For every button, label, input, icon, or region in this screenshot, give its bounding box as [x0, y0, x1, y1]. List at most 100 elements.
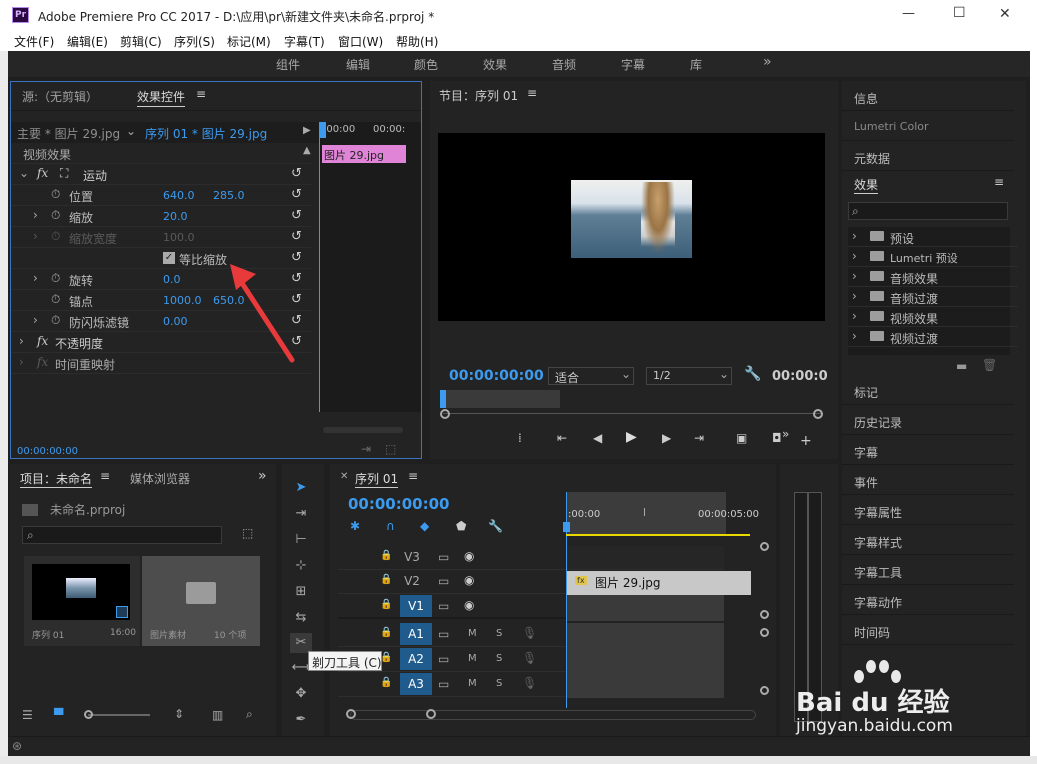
lock-icon[interactable]: 🔒 — [380, 599, 392, 610]
menu-help[interactable]: 帮助(H) — [396, 33, 438, 50]
effects-item-lumetri-presets[interactable]: › Lumetri 预设 — [848, 247, 1018, 267]
expand-chevron-icon[interactable]: › — [852, 269, 857, 283]
master-clip-label[interactable]: 主要 * 图片 29.jpg — [17, 125, 120, 142]
rotation-value[interactable]: 0.0 — [163, 273, 181, 286]
title-tools-tab[interactable]: 字幕工具 — [842, 555, 1014, 585]
linked-selection-icon[interactable]: ∩ — [386, 519, 395, 533]
program-playhead[interactable] — [440, 390, 446, 408]
program-timecode[interactable]: 00:00:00:00 — [449, 368, 544, 384]
mic-icon[interactable]: 🎙 — [522, 651, 537, 665]
eye-icon[interactable]: ◉ — [464, 573, 474, 587]
flicker-value[interactable]: 0.00 — [163, 315, 188, 328]
program-zoom-bar[interactable] — [443, 413, 821, 419]
selection-tool-icon[interactable]: ➤ — [290, 478, 312, 498]
info-panel-tab[interactable]: 信息 — [842, 81, 1014, 111]
tab-effect-controls[interactable]: 效果控件 — [137, 88, 186, 107]
minimize-button[interactable]: — — [902, 6, 915, 21]
solo-button[interactable]: S — [496, 653, 502, 664]
effects-search-input[interactable]: ⌕ — [848, 202, 1008, 220]
menu-edit[interactable]: 编辑(E) — [67, 33, 108, 50]
collapse-up-icon[interactable]: ▲ — [303, 145, 311, 156]
expand-chevron-icon[interactable]: › — [33, 271, 38, 285]
sort-icon[interactable]: ⇕ — [174, 707, 184, 721]
timeline-playhead-marker[interactable] — [563, 522, 570, 532]
markers-tab[interactable]: 标记 — [842, 375, 1014, 405]
menu-sequence[interactable]: 序列(S) — [174, 33, 215, 50]
expand-chevron-icon[interactable]: › — [852, 229, 857, 243]
panel-menu-icon[interactable]: ≡ — [196, 87, 206, 101]
motion-transform-icon[interactable]: ⛶ — [60, 166, 68, 181]
marker-icon[interactable]: ⬟ — [456, 519, 466, 533]
eye-icon[interactable]: ◉ — [464, 549, 474, 563]
workspace-more-button[interactable]: » — [763, 54, 772, 70]
resolution-dropdown[interactable]: 1/2 ⌄ — [646, 367, 732, 385]
effects-item-video-effects[interactable]: › 视频效果 — [848, 307, 1018, 327]
stopwatch-icon[interactable]: ⏱ — [51, 313, 60, 328]
workspace-effects[interactable]: 效果 — [483, 56, 507, 73]
menu-clip[interactable]: 剪辑(C) — [120, 33, 162, 50]
work-area-yellow[interactable] — [566, 534, 750, 536]
lane-a2[interactable] — [567, 648, 724, 673]
workspace-titles[interactable]: 字幕 — [621, 56, 645, 73]
position-x-value[interactable]: 640.0 — [163, 189, 195, 202]
track-label-v1[interactable]: V1 — [400, 595, 432, 617]
camera-icon[interactable]: ◘ — [772, 431, 782, 445]
sync-icon[interactable]: ▭ — [438, 574, 449, 588]
menu-file[interactable]: 文件(F) — [14, 33, 54, 50]
mic-icon[interactable]: 🎙 — [522, 676, 537, 690]
pen-tool-icon[interactable]: ✒ — [290, 710, 312, 730]
sync-icon[interactable]: ▭ — [438, 677, 449, 691]
timeline-clip[interactable]: fx 图片 29.jpg — [567, 571, 751, 595]
track-label-a1[interactable]: A1 — [400, 623, 432, 645]
add-marker-icon[interactable]: ◆ — [420, 519, 429, 533]
workspace-assembly[interactable]: 组件 — [276, 56, 300, 73]
track-label-v2[interactable]: V2 — [396, 570, 428, 592]
find-icon[interactable]: ⌕ — [246, 707, 253, 722]
lock-icon[interactable]: 🔒 — [380, 550, 392, 561]
metadata-tab[interactable]: 元数据 — [842, 141, 1014, 171]
reset-icon[interactable]: ↺ — [291, 230, 305, 244]
title-actions-tab[interactable]: 字幕动作 — [842, 585, 1014, 615]
sequence-clip-label[interactable]: 序列 01 * 图片 29.jpg — [145, 125, 267, 142]
mini-clip[interactable]: 图片 29.jpg — [322, 145, 406, 163]
panel-menu-icon[interactable]: ≡ — [408, 469, 418, 483]
hscroll-right-handle[interactable] — [426, 709, 436, 719]
rolling-edit-tool-icon[interactable]: ⊹ — [290, 556, 312, 576]
expand-chevron-icon[interactable]: › — [852, 249, 857, 263]
project-item-sequence[interactable]: 序列 01 16:00 — [24, 556, 140, 646]
ripple-edit-tool-icon[interactable]: ⊢ — [290, 530, 312, 550]
vscroll-top-handle[interactable] — [760, 542, 769, 551]
timeline-timecode[interactable]: 00:00:00:00 — [348, 495, 450, 513]
lock-icon[interactable]: 🔒 — [380, 677, 392, 688]
vscroll-mid-handle[interactable] — [760, 610, 769, 619]
stopwatch-icon[interactable]: ⏱ — [51, 208, 60, 223]
workspace-audio[interactable]: 音频 — [552, 56, 576, 73]
creative-cloud-icon[interactable]: ⊛ — [12, 739, 22, 753]
fx-icon[interactable]: fx — [37, 355, 48, 369]
reset-icon[interactable]: ↺ — [291, 167, 305, 181]
play-triangle-icon[interactable]: ▶ — [303, 125, 311, 136]
workspace-libraries[interactable]: 库 — [690, 56, 702, 73]
mini-scroll[interactable] — [323, 427, 403, 433]
timeline-settings-icon[interactable]: 🔧 — [488, 519, 503, 533]
history-tab[interactable]: 历史记录 — [842, 405, 1014, 435]
tab-project[interactable]: 项目：未命名 — [20, 470, 93, 488]
effects-item-video-transitions[interactable]: › 视频过渡 — [848, 327, 1018, 347]
menu-marker[interactable]: 标记(M) — [227, 33, 271, 50]
chevron-down-icon[interactable]: ⌄ — [126, 124, 136, 138]
sync-icon[interactable]: ▭ — [438, 652, 449, 666]
expand-chevron-icon[interactable]: › — [19, 334, 24, 348]
lumetri-color-tab[interactable]: Lumetri Color — [842, 111, 1014, 141]
solo-button[interactable]: S — [496, 628, 502, 639]
add-button-icon[interactable]: + — [800, 433, 812, 449]
reset-icon[interactable]: ↺ — [291, 188, 305, 202]
reset-icon[interactable]: ↺ — [291, 209, 305, 223]
lane-v1[interactable] — [567, 595, 724, 621]
slip-tool-icon[interactable]: ⇆ — [290, 608, 312, 628]
fx-icon[interactable]: fx — [37, 166, 48, 180]
fit-dropdown[interactable]: 适合 ⌄ — [548, 367, 634, 385]
lane-a3[interactable] — [567, 673, 724, 698]
more-controls-icon[interactable]: » — [782, 427, 789, 441]
timeline-hscroll[interactable] — [350, 710, 756, 720]
zoom-handle-right[interactable] — [813, 409, 823, 419]
